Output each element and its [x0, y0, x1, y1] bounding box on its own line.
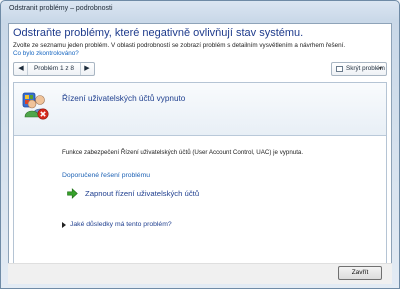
problem-toolbar: ◀ Problém 1 z 8 ▶ Skrýt problém ▼: [13, 62, 387, 78]
close-button[interactable]: Zavřít: [338, 266, 382, 280]
problem-description: Funkce zabezpečení Řízení uživatelských …: [62, 149, 304, 156]
problem-details-panel: Řízení uživatelských účtů vypnuto Funkce…: [13, 82, 387, 277]
title-bar[interactable]: Odstranit problémy – podrobnosti: [1, 1, 399, 23]
chevron-left-icon: ◀: [18, 65, 24, 72]
dialog-content: Odstraňte problémy, které negativně ovli…: [8, 23, 392, 283]
consequences-label: Jaké důsledky má tento problém?: [70, 221, 172, 228]
expand-triangle-icon: [62, 222, 66, 228]
enable-uac-label: Zapnout řízení uživatelských účtů: [85, 189, 200, 198]
problem-title: Řízení uživatelských účtů vypnuto: [62, 94, 186, 103]
window-title: Odstranit problémy – podrobnosti: [9, 5, 113, 12]
problem-counter: Problém 1 z 8: [33, 65, 75, 72]
users-shield-error-icon: [22, 92, 49, 120]
previous-problem-button[interactable]: ◀: [15, 63, 28, 75]
troubleshoot-details-window: Odstranit problémy – podrobnosti Odstraň…: [0, 0, 400, 289]
chevron-right-icon: ▶: [84, 65, 90, 72]
dialog-footer: Zavřít: [8, 263, 392, 284]
green-arrow-icon: [67, 188, 78, 199]
next-problem-button[interactable]: ▶: [80, 63, 93, 75]
page-title: Odstraňte problémy, které negativně ovli…: [13, 27, 304, 39]
instruction-text: Zvolte ze seznamu jeden problém. V oblas…: [13, 42, 346, 49]
problem-header: Řízení uživatelských účtů vypnuto: [14, 83, 386, 136]
chevron-down-icon: ▼: [378, 66, 383, 72]
hide-window-icon: [336, 66, 343, 72]
problem-pager: ◀ Problém 1 z 8 ▶: [13, 62, 95, 76]
recommended-solution-heading: Doporučené řešení problému: [62, 172, 151, 179]
hide-problem-button[interactable]: Skrýt problém ▼: [331, 62, 387, 76]
what-was-checked-link[interactable]: Co bylo zkontrolováno?: [13, 50, 387, 58]
dialog-header: Odstraňte problémy, které negativně ovli…: [13, 26, 387, 58]
